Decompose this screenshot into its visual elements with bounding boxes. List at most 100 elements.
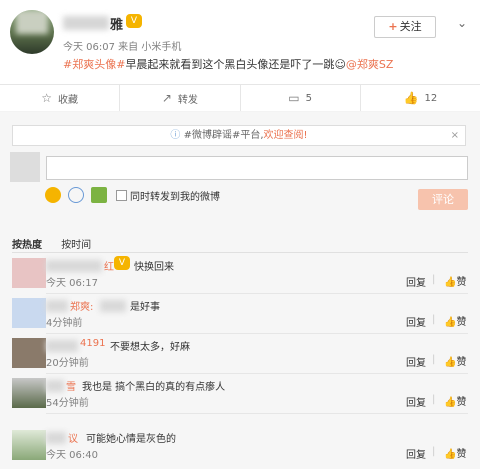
separator: |: [432, 354, 436, 365]
comment-row: 议 可能她心情是灰色的 今天 06:40 回复 | 👍赞: [0, 426, 480, 466]
like-count: 12: [424, 92, 438, 104]
like-label: 赞: [456, 449, 467, 460]
comment-row: 红 V 快换回来 今天 06:17 回复 | 👍赞: [0, 254, 480, 294]
sort-time-tab[interactable]: 按时间: [61, 240, 91, 251]
like-label: 赞: [456, 357, 467, 368]
post-content: #郑爽头像#早晨起来就看到这个黑白头像还是吓了一跳☺@郑爽SZ: [63, 56, 393, 72]
commenter-name[interactable]: 郑爽:: [70, 298, 93, 313]
like-icon: 👍: [444, 317, 457, 328]
weibo-post: 雅 V 今天 06:07 来自 小米手机 #郑爽头像#早晨起来就看到这个黑白头像…: [0, 0, 480, 84]
repost-button[interactable]: ↗ 转发: [120, 85, 241, 111]
like-button[interactable]: 👍赞: [444, 445, 466, 460]
follow-label: 关注: [399, 20, 422, 33]
like-icon: 👍: [444, 357, 457, 368]
comment-button[interactable]: ▭ 5: [241, 85, 361, 111]
separator: |: [432, 314, 436, 325]
chevron-down-icon[interactable]: ⌄: [457, 16, 467, 30]
comment-count: 5: [305, 92, 312, 104]
emoji-icon: ☺: [334, 58, 346, 71]
commenter-name-blur: [46, 380, 64, 392]
commenter-name-blur: [46, 340, 78, 352]
comment-text: 不要想太多，好麻: [110, 342, 190, 353]
info-icon: ⓘ: [170, 130, 184, 141]
favorite-button[interactable]: ☆ 收藏: [0, 85, 121, 111]
post-text: 早晨起来就看到这个黑白头像还是吓了一跳: [125, 58, 335, 71]
comment-row: 雪 我也是 搞个黑白的真的有点瘆人 54分钟前 回复 | 👍赞: [0, 374, 480, 414]
separator: |: [432, 446, 436, 457]
like-icon: 👍: [444, 277, 457, 288]
comment-row: 4191 不要想太多，好麻 20分钟前 回复 | 👍赞: [0, 334, 480, 374]
like-button[interactable]: 👍 12: [361, 85, 480, 111]
favorite-label: 收藏: [58, 94, 78, 106]
commenter-avatar[interactable]: [12, 298, 46, 328]
comment-text: 是好事: [130, 302, 160, 313]
separator: |: [432, 274, 436, 285]
reply-button[interactable]: 回复: [406, 446, 426, 461]
comment-icon: ▭: [288, 91, 300, 105]
share-icon: ↗: [161, 91, 172, 105]
like-button[interactable]: 👍赞: [444, 273, 466, 288]
divider: [46, 413, 468, 414]
author-name[interactable]: 雅: [110, 14, 123, 33]
reply-button[interactable]: 回复: [406, 354, 426, 369]
commenter-name-blur: [46, 300, 68, 312]
reply-button[interactable]: 回复: [406, 274, 426, 289]
sort-hot-tab[interactable]: 按热度: [12, 240, 42, 251]
like-button[interactable]: 👍赞: [444, 353, 466, 368]
vip-badge-icon: V: [126, 14, 142, 28]
repost-checkbox-label: 同时转发到我的微博: [130, 192, 220, 203]
like-button[interactable]: 👍赞: [444, 393, 466, 408]
reply-button[interactable]: 回复: [406, 394, 426, 409]
commenter-avatar[interactable]: [12, 338, 46, 368]
comment-sort: 按热度 按时间: [12, 236, 107, 251]
repost-checkbox[interactable]: [116, 190, 127, 201]
post-meta: 今天 06:07 来自 小米手机: [63, 42, 182, 53]
plus-icon: +: [388, 20, 398, 33]
emoji-icon[interactable]: [45, 187, 61, 203]
comment-time: 今天 06:40: [46, 450, 98, 461]
comment-text: 我也是 搞个黑白的真的有点瘆人: [82, 382, 226, 393]
notice-text: #微博辟谣#平台,: [183, 130, 264, 141]
commenter-name[interactable]: 4191: [80, 338, 105, 349]
commenter-name-blur: [46, 432, 66, 444]
commenter-name-blur: [100, 300, 126, 312]
comment-time: 4分钟前: [46, 318, 83, 329]
my-avatar: [10, 152, 40, 182]
commenter-name[interactable]: 红: [104, 258, 114, 273]
comment-time: 54分钟前: [46, 398, 89, 409]
reply-button[interactable]: 回复: [406, 314, 426, 329]
submit-comment-button[interactable]: 评论: [418, 189, 468, 210]
divider: [12, 252, 468, 253]
like-icon: 👍: [403, 91, 419, 105]
post-mention[interactable]: @郑爽SZ: [346, 58, 394, 71]
vip-badge-icon: V: [114, 256, 130, 270]
comment-input[interactable]: [46, 156, 468, 180]
comment-text: 快换回来: [134, 262, 174, 273]
comment-time: 今天 06:17: [46, 278, 98, 289]
like-icon: 👍: [444, 449, 457, 460]
commenter-name[interactable]: 雪: [66, 378, 76, 393]
gif-icon[interactable]: [68, 187, 84, 203]
comment-row: 郑爽: 是好事 4分钟前 回复 | 👍赞: [0, 294, 480, 334]
like-icon: 👍: [444, 397, 457, 408]
repost-label: 转发: [177, 94, 198, 106]
star-icon: ☆: [41, 91, 52, 105]
post-hashtag[interactable]: #郑爽头像#: [63, 58, 125, 71]
commenter-avatar[interactable]: [12, 258, 46, 288]
comment-time: 20分钟前: [46, 358, 89, 369]
follow-button[interactable]: + 关注: [374, 16, 436, 38]
action-bar: ☆ 收藏 ↗ 转发 ▭ 5 👍 12: [0, 84, 480, 111]
notice-link[interactable]: 欢迎查阅!: [264, 130, 308, 141]
author-name-blur: [63, 16, 109, 30]
comment-text: 可能她心情是灰色的: [86, 434, 176, 445]
author-avatar[interactable]: [10, 10, 54, 54]
like-button[interactable]: 👍赞: [444, 313, 466, 328]
commenter-avatar[interactable]: [12, 430, 46, 460]
separator: |: [432, 394, 436, 405]
close-icon[interactable]: ×: [451, 126, 459, 145]
like-label: 赞: [456, 277, 467, 288]
image-icon[interactable]: [91, 187, 107, 203]
commenter-name-blur: [46, 260, 102, 272]
commenter-avatar[interactable]: [12, 378, 46, 408]
commenter-name[interactable]: 议: [68, 430, 78, 445]
